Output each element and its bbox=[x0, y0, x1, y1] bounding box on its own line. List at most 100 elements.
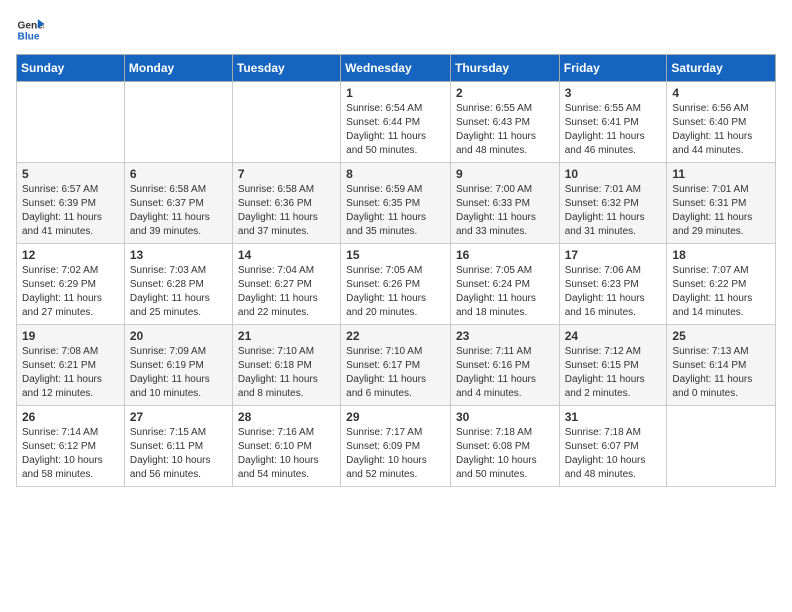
day-info: Sunrise: 7:01 AM Sunset: 6:32 PM Dayligh… bbox=[565, 183, 662, 239]
calendar-cell: 3 Sunrise: 6:55 AM Sunset: 6:41 PM Daylig… bbox=[559, 82, 667, 163]
svg-text:Blue: Blue bbox=[18, 31, 40, 42]
day-info: Sunrise: 6:55 AM Sunset: 6:41 PM Dayligh… bbox=[565, 102, 662, 158]
calendar-week-row: 26 Sunrise: 7:14 AM Sunset: 6:12 PM Dayli… bbox=[17, 406, 776, 487]
day-number: 6 bbox=[130, 167, 227, 181]
day-number: 14 bbox=[238, 248, 335, 262]
calendar-cell: 10 Sunrise: 7:01 AM Sunset: 6:32 PM Dayli… bbox=[559, 163, 667, 244]
calendar-cell bbox=[17, 82, 125, 163]
calendar-cell: 19Sunrise: 7:08 AM Sunset: 6:21 PM Dayli… bbox=[17, 325, 125, 406]
calendar-cell: 28 Sunrise: 7:16 AM Sunset: 6:10 PM Dayli… bbox=[232, 406, 340, 487]
weekday-header-monday: Monday bbox=[124, 55, 232, 82]
calendar-cell: 30 Sunrise: 7:18 AM Sunset: 6:08 PM Dayli… bbox=[450, 406, 559, 487]
weekday-header-row: SundayMondayTuesdayWednesdayThursdayFrid… bbox=[17, 55, 776, 82]
day-number: 27 bbox=[130, 410, 227, 424]
day-number: 12 bbox=[22, 248, 119, 262]
calendar-table: SundayMondayTuesdayWednesdayThursdayFrid… bbox=[16, 54, 776, 487]
day-info: Sunrise: 7:04 AM Sunset: 6:27 PM Dayligh… bbox=[238, 264, 335, 320]
day-info: Sunrise: 6:56 AM Sunset: 6:40 PM Dayligh… bbox=[672, 102, 770, 158]
calendar-cell: 11 Sunrise: 7:01 AM Sunset: 6:31 PM Dayli… bbox=[667, 163, 776, 244]
calendar-week-row: 5Sunrise: 6:57 AM Sunset: 6:39 PM Daylig… bbox=[17, 163, 776, 244]
day-info: Sunrise: 7:05 AM Sunset: 6:26 PM Dayligh… bbox=[346, 264, 445, 320]
day-number: 15 bbox=[346, 248, 445, 262]
weekday-header-wednesday: Wednesday bbox=[341, 55, 451, 82]
day-info: Sunrise: 7:07 AM Sunset: 6:22 PM Dayligh… bbox=[672, 264, 770, 320]
weekday-header-sunday: Sunday bbox=[17, 55, 125, 82]
calendar-cell: 29 Sunrise: 7:17 AM Sunset: 6:09 PM Dayli… bbox=[341, 406, 451, 487]
day-info: Sunrise: 7:10 AM Sunset: 6:17 PM Dayligh… bbox=[346, 345, 445, 401]
calendar-cell: 17Sunrise: 7:06 AM Sunset: 6:23 PM Dayli… bbox=[559, 244, 667, 325]
calendar-week-row: 1 Sunrise: 6:54 AM Sunset: 6:44 PM Daylig… bbox=[17, 82, 776, 163]
day-number: 17 bbox=[565, 248, 662, 262]
day-number: 25 bbox=[672, 329, 770, 343]
calendar-cell: 22 Sunrise: 7:10 AM Sunset: 6:17 PM Dayli… bbox=[341, 325, 451, 406]
logo: General Blue bbox=[16, 16, 44, 44]
calendar-cell: 9Sunrise: 7:00 AM Sunset: 6:33 PM Daylig… bbox=[450, 163, 559, 244]
day-number: 23 bbox=[456, 329, 554, 343]
day-info: Sunrise: 7:15 AM Sunset: 6:11 PM Dayligh… bbox=[130, 426, 227, 482]
calendar-cell: 8 Sunrise: 6:59 AM Sunset: 6:35 PM Daylig… bbox=[341, 163, 451, 244]
day-info: Sunrise: 6:58 AM Sunset: 6:36 PM Dayligh… bbox=[238, 183, 335, 239]
day-info: Sunrise: 7:10 AM Sunset: 6:18 PM Dayligh… bbox=[238, 345, 335, 401]
day-info: Sunrise: 7:16 AM Sunset: 6:10 PM Dayligh… bbox=[238, 426, 335, 482]
day-number: 26 bbox=[22, 410, 119, 424]
day-number: 8 bbox=[346, 167, 445, 181]
calendar-cell: 4Sunrise: 6:56 AM Sunset: 6:40 PM Daylig… bbox=[667, 82, 776, 163]
calendar-cell: 15 Sunrise: 7:05 AM Sunset: 6:26 PM Dayli… bbox=[341, 244, 451, 325]
day-number: 18 bbox=[672, 248, 770, 262]
day-number: 7 bbox=[238, 167, 335, 181]
day-info: Sunrise: 7:18 AM Sunset: 6:07 PM Dayligh… bbox=[565, 426, 662, 482]
day-info: Sunrise: 7:02 AM Sunset: 6:29 PM Dayligh… bbox=[22, 264, 119, 320]
calendar-cell: 18 Sunrise: 7:07 AM Sunset: 6:22 PM Dayli… bbox=[667, 244, 776, 325]
calendar-cell: 5Sunrise: 6:57 AM Sunset: 6:39 PM Daylig… bbox=[17, 163, 125, 244]
calendar-cell: 13 Sunrise: 7:03 AM Sunset: 6:28 PM Dayli… bbox=[124, 244, 232, 325]
day-info: Sunrise: 7:01 AM Sunset: 6:31 PM Dayligh… bbox=[672, 183, 770, 239]
day-number: 29 bbox=[346, 410, 445, 424]
day-info: Sunrise: 7:13 AM Sunset: 6:14 PM Dayligh… bbox=[672, 345, 770, 401]
calendar-cell: 21 Sunrise: 7:10 AM Sunset: 6:18 PM Dayli… bbox=[232, 325, 340, 406]
day-number: 21 bbox=[238, 329, 335, 343]
day-info: Sunrise: 7:03 AM Sunset: 6:28 PM Dayligh… bbox=[130, 264, 227, 320]
day-info: Sunrise: 7:18 AM Sunset: 6:08 PM Dayligh… bbox=[456, 426, 554, 482]
calendar-cell bbox=[232, 82, 340, 163]
calendar-cell: 31Sunrise: 7:18 AM Sunset: 6:07 PM Dayli… bbox=[559, 406, 667, 487]
calendar-cell: 26 Sunrise: 7:14 AM Sunset: 6:12 PM Dayli… bbox=[17, 406, 125, 487]
calendar-cell: 24 Sunrise: 7:12 AM Sunset: 6:15 PM Dayli… bbox=[559, 325, 667, 406]
calendar-cell: 1 Sunrise: 6:54 AM Sunset: 6:44 PM Daylig… bbox=[341, 82, 451, 163]
day-number: 22 bbox=[346, 329, 445, 343]
calendar-cell: 23 Sunrise: 7:11 AM Sunset: 6:16 PM Dayli… bbox=[450, 325, 559, 406]
calendar-cell bbox=[124, 82, 232, 163]
day-info: Sunrise: 6:54 AM Sunset: 6:44 PM Dayligh… bbox=[346, 102, 445, 158]
calendar-cell: 14 Sunrise: 7:04 AM Sunset: 6:27 PM Dayli… bbox=[232, 244, 340, 325]
day-info: Sunrise: 6:58 AM Sunset: 6:37 PM Dayligh… bbox=[130, 183, 227, 239]
day-info: Sunrise: 6:57 AM Sunset: 6:39 PM Dayligh… bbox=[22, 183, 119, 239]
calendar-cell: 25 Sunrise: 7:13 AM Sunset: 6:14 PM Dayli… bbox=[667, 325, 776, 406]
day-number: 28 bbox=[238, 410, 335, 424]
day-number: 16 bbox=[456, 248, 554, 262]
calendar-week-row: 12 Sunrise: 7:02 AM Sunset: 6:29 PM Dayli… bbox=[17, 244, 776, 325]
day-info: Sunrise: 7:08 AM Sunset: 6:21 PM Dayligh… bbox=[22, 345, 119, 401]
day-number: 3 bbox=[565, 86, 662, 100]
day-info: Sunrise: 6:59 AM Sunset: 6:35 PM Dayligh… bbox=[346, 183, 445, 239]
calendar-cell: 16Sunrise: 7:05 AM Sunset: 6:24 PM Dayli… bbox=[450, 244, 559, 325]
day-info: Sunrise: 7:12 AM Sunset: 6:15 PM Dayligh… bbox=[565, 345, 662, 401]
day-info: Sunrise: 7:17 AM Sunset: 6:09 PM Dayligh… bbox=[346, 426, 445, 482]
day-number: 20 bbox=[130, 329, 227, 343]
calendar-cell: 27 Sunrise: 7:15 AM Sunset: 6:11 PM Dayli… bbox=[124, 406, 232, 487]
weekday-header-tuesday: Tuesday bbox=[232, 55, 340, 82]
day-number: 11 bbox=[672, 167, 770, 181]
day-number: 30 bbox=[456, 410, 554, 424]
day-number: 9 bbox=[456, 167, 554, 181]
day-number: 1 bbox=[346, 86, 445, 100]
logo-icon: General Blue bbox=[16, 16, 44, 44]
day-info: Sunrise: 6:55 AM Sunset: 6:43 PM Dayligh… bbox=[456, 102, 554, 158]
day-info: Sunrise: 7:11 AM Sunset: 6:16 PM Dayligh… bbox=[456, 345, 554, 401]
calendar-cell: 12 Sunrise: 7:02 AM Sunset: 6:29 PM Dayli… bbox=[17, 244, 125, 325]
calendar-cell: 6 Sunrise: 6:58 AM Sunset: 6:37 PM Daylig… bbox=[124, 163, 232, 244]
day-number: 24 bbox=[565, 329, 662, 343]
calendar-cell: 7 Sunrise: 6:58 AM Sunset: 6:36 PM Daylig… bbox=[232, 163, 340, 244]
page-header: General Blue bbox=[16, 16, 776, 44]
day-number: 10 bbox=[565, 167, 662, 181]
day-info: Sunrise: 7:14 AM Sunset: 6:12 PM Dayligh… bbox=[22, 426, 119, 482]
calendar-cell: 2Sunrise: 6:55 AM Sunset: 6:43 PM Daylig… bbox=[450, 82, 559, 163]
day-number: 13 bbox=[130, 248, 227, 262]
